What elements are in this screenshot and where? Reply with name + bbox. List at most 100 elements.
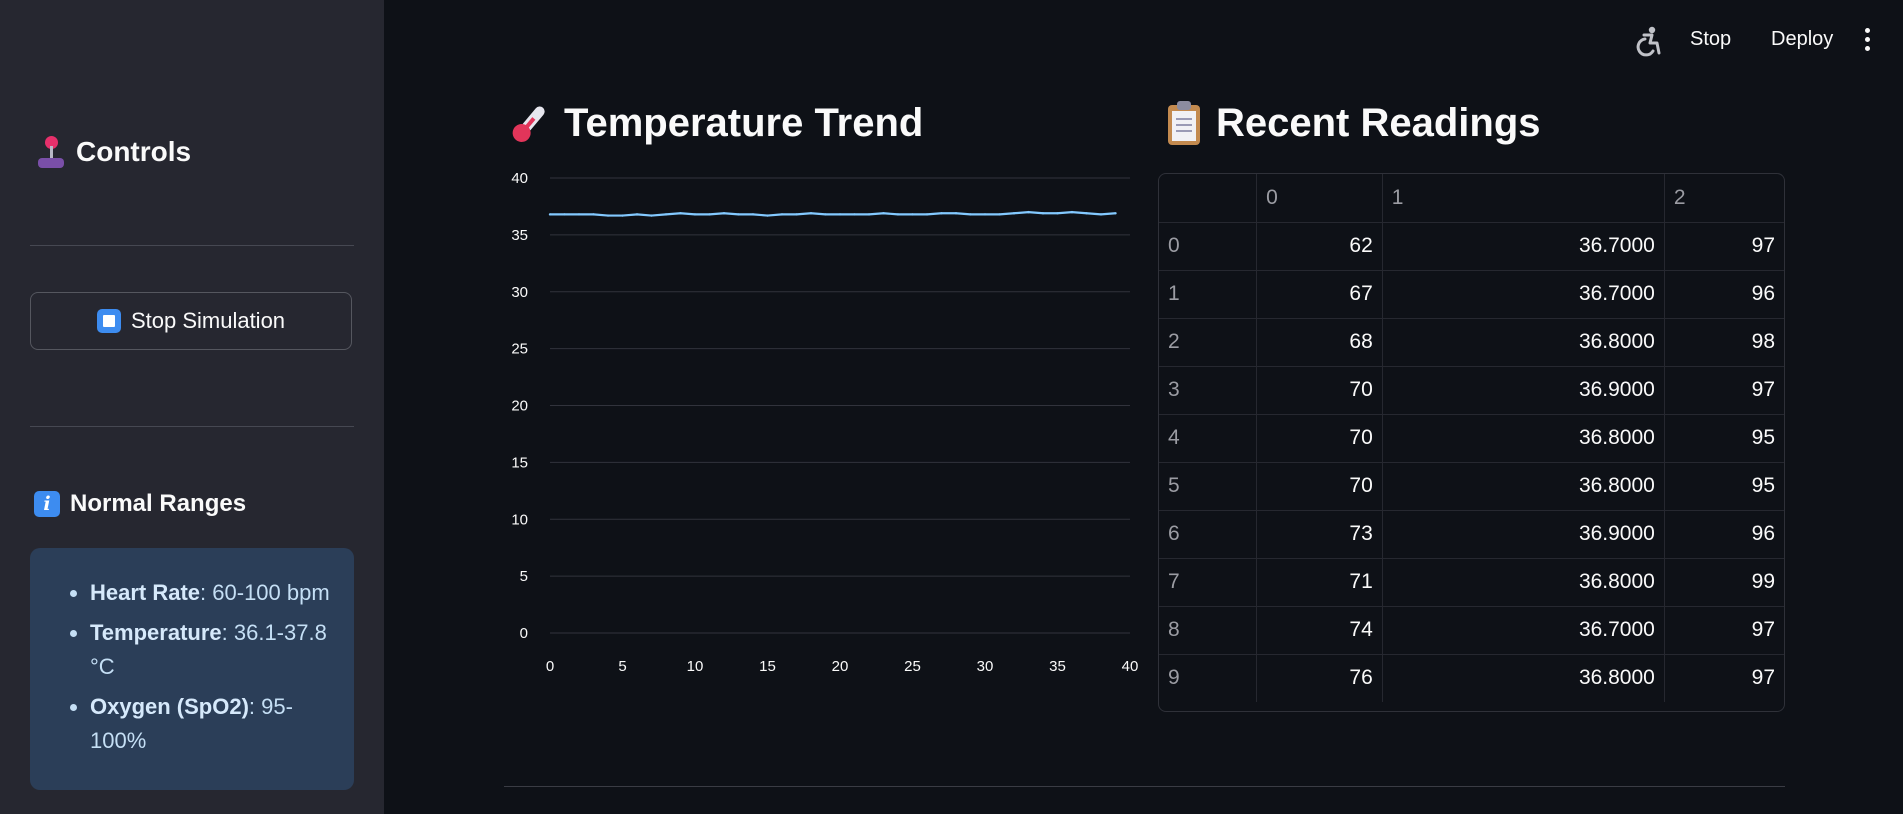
data-point [1012,212,1016,215]
more-menu-icon[interactable] [1862,28,1872,54]
accessibility-icon[interactable] [1632,25,1664,57]
table-cell[interactable]: 36.8000 [1381,413,1665,463]
data-point [1056,212,1059,215]
table-cell[interactable]: 96 [1663,269,1784,319]
x-tick-label: 40 [1122,658,1138,675]
row-index-cell[interactable]: 5 [1159,461,1258,511]
column-header[interactable] [1159,174,1258,223]
table-row: 2 68 36.8000 98 [1159,317,1784,367]
sidebar-divider [30,426,354,427]
table-cell[interactable]: 36.8000 [1381,557,1665,607]
chart-title: Temperature Trend [508,98,924,148]
table-row: 9 76 36.8000 97 [1159,653,1784,702]
chart-title-text: Temperature Trend [564,100,924,145]
temperature-series-line [550,211,1116,217]
data-point [911,213,914,216]
readings-table[interactable]: 0 1 2 0 62 36.7000 97 1 67 36.7000 96 2 68 36.8000 98 3… [1158,173,1785,712]
data-point [853,213,856,216]
row-index-cell[interactable]: 3 [1159,365,1258,415]
row-index-cell[interactable]: 2 [1159,317,1258,367]
table-cell[interactable]: 98 [1663,317,1784,367]
data-point [940,212,943,215]
table-row: 6 73 36.9000 96 [1159,509,1784,559]
table-cell[interactable]: 97 [1663,605,1784,655]
table-cell[interactable]: 97 [1663,221,1784,271]
data-point [708,213,711,216]
table-cell[interactable]: 36.8000 [1381,653,1665,702]
column-header[interactable]: 0 [1256,174,1383,223]
table-cell[interactable]: 95 [1663,413,1784,463]
data-point [867,213,871,216]
data-point [606,214,610,217]
table-cell[interactable]: 74 [1256,605,1383,655]
table-cell[interactable]: 70 [1256,413,1383,463]
normal-ranges-box: Heart Rate: 60-100 bpm Temperature: 36.1… [30,548,354,790]
data-point [983,213,987,216]
table-cell[interactable]: 97 [1663,365,1784,415]
table-cell[interactable]: 62 [1256,221,1383,271]
y-tick-label: 40 [511,170,528,187]
deploy-button[interactable]: Deploy [1771,28,1833,51]
table-row: 1 67 36.7000 96 [1159,269,1784,319]
data-point [650,214,653,217]
data-point [925,213,929,216]
thermometer-icon [501,93,560,152]
row-index-cell[interactable]: 9 [1159,653,1258,702]
table-cell[interactable]: 70 [1256,461,1383,511]
row-index-cell[interactable]: 7 [1159,557,1258,607]
row-index-cell[interactable]: 8 [1159,605,1258,655]
data-point [954,212,958,215]
data-point [664,213,668,216]
row-index-cell[interactable]: 6 [1159,509,1258,559]
table-cell[interactable]: 67 [1256,269,1383,319]
table-cell[interactable]: 36.7000 [1381,269,1665,319]
column-header[interactable]: 2 [1663,174,1784,223]
y-tick-label: 5 [520,568,528,585]
table-row: 5 70 36.8000 95 [1159,461,1784,511]
column-header[interactable]: 1 [1381,174,1665,223]
data-point [1027,210,1030,214]
data-point [679,212,682,215]
table-cell[interactable]: 71 [1256,557,1383,607]
data-point [1099,213,1103,216]
normal-ranges-title-text: Normal Ranges [70,490,247,517]
data-point [1041,212,1045,215]
table-row: 3 70 36.9000 97 [1159,365,1784,415]
table-row: 8 74 36.7000 97 [1159,605,1784,655]
row-index-cell[interactable]: 4 [1159,413,1258,463]
table-cell[interactable]: 96 [1663,509,1784,559]
main-divider [504,786,1785,787]
table-header-row: 012 [1159,174,1784,223]
table-cell[interactable]: 70 [1256,365,1383,415]
row-index-cell[interactable]: 0 [1159,221,1258,271]
table-cell[interactable]: 68 [1256,317,1383,367]
stop-app-button[interactable]: Stop [1690,28,1731,51]
table-row: 0 62 36.7000 97 [1159,221,1784,271]
data-point [592,213,595,216]
data-point [722,212,726,215]
data-point [693,213,697,216]
data-point [751,213,755,216]
x-tick-label: 5 [618,658,626,675]
sidebar-divider [30,245,354,246]
data-point [969,213,972,216]
data-point [838,213,842,216]
table-cell[interactable]: 36.7000 [1381,605,1665,655]
table-cell[interactable]: 73 [1256,509,1383,559]
data-point [621,214,624,217]
table-cell[interactable]: 36.9000 [1381,365,1665,415]
table-cell[interactable]: 76 [1256,653,1383,702]
table-cell[interactable]: 36.8000 [1381,461,1665,511]
row-index-cell[interactable]: 1 [1159,269,1258,319]
table-cell[interactable]: 36.7000 [1381,221,1665,271]
table-cell[interactable]: 97 [1663,653,1784,702]
table-cell[interactable]: 95 [1663,461,1784,511]
data-point [577,213,581,216]
stop-simulation-button[interactable]: Stop Simulation [30,292,352,350]
data-point [635,213,639,216]
table-cell[interactable]: 99 [1663,557,1784,607]
data-point [896,213,900,216]
table-cell[interactable]: 36.8000 [1381,317,1665,367]
data-point [548,213,552,216]
table-cell[interactable]: 36.9000 [1381,509,1665,559]
